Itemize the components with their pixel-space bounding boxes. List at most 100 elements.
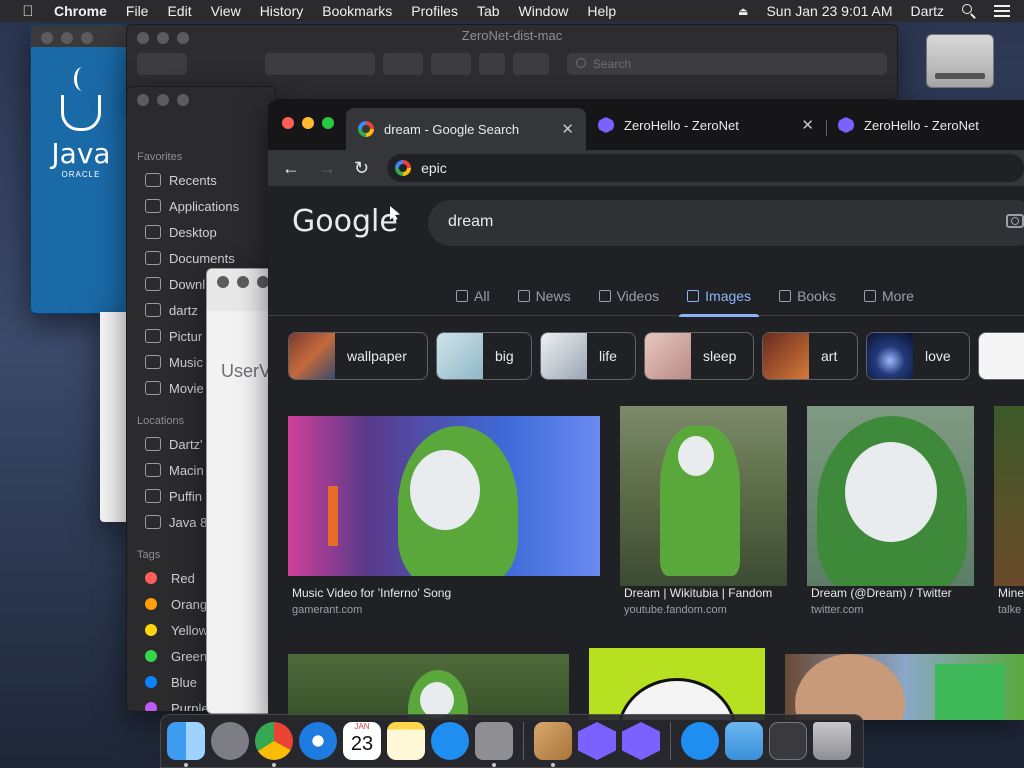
result-source[interactable]: youtube.fandom.com xyxy=(624,604,727,616)
forward-arrow-icon[interactable]: → xyxy=(318,158,336,179)
tab-close-icon[interactable]: ✕ xyxy=(561,120,574,138)
menubar-clock[interactable]: Sun Jan 23 9:01 AM xyxy=(766,3,892,19)
tab-zerohello-2[interactable]: ZeroHello - ZeroNet xyxy=(826,108,1024,142)
close-button[interactable] xyxy=(137,94,149,106)
tag-color-icon xyxy=(145,650,157,662)
image-result-twitter[interactable] xyxy=(807,406,974,586)
nav-tab-books[interactable]: Books xyxy=(771,276,844,316)
tab-google-search[interactable]: dream - Google Search ✕ xyxy=(346,108,586,150)
safari-icon[interactable] xyxy=(299,722,337,760)
nav-tab-news[interactable]: News xyxy=(510,276,579,316)
sidebar-item-favorite[interactable]: Applications xyxy=(127,193,275,219)
result-source[interactable]: twitter.com xyxy=(811,604,864,616)
java-titlebar[interactable] xyxy=(31,25,129,47)
menu-tab[interactable]: Tab xyxy=(477,3,500,19)
chip-more[interactable] xyxy=(978,332,1024,380)
menu-edit[interactable]: Edit xyxy=(167,3,191,19)
spotlight-search-icon[interactable] xyxy=(962,4,976,18)
finder-search-input[interactable]: Search xyxy=(567,53,887,75)
menu-bookmarks[interactable]: Bookmarks xyxy=(322,3,392,19)
hard-disk-icon[interactable] xyxy=(926,34,994,88)
image-result-inferno[interactable] xyxy=(288,416,600,576)
notification-center-icon[interactable] xyxy=(994,5,1010,17)
sidebar-item-favorite[interactable]: Recents xyxy=(127,167,275,193)
image-result-jungle[interactable] xyxy=(288,654,569,720)
zeronet-icon[interactable] xyxy=(578,722,616,760)
reload-icon[interactable]: ↻ xyxy=(354,158,369,179)
nav-tab-images[interactable]: Images xyxy=(679,276,759,317)
close-button[interactable] xyxy=(282,117,294,129)
camera-icon[interactable] xyxy=(1006,214,1024,228)
installer-icon[interactable] xyxy=(534,722,572,767)
menu-window[interactable]: Window xyxy=(519,3,569,19)
tab-zerohello[interactable]: ZeroHello - ZeroNet ✕ xyxy=(586,108,826,142)
result-caption[interactable]: Dream (@Dream) / Twitter xyxy=(811,586,952,600)
group-button[interactable] xyxy=(383,53,423,75)
close-button[interactable] xyxy=(41,32,53,44)
menu-file[interactable]: File xyxy=(126,3,149,19)
result-source[interactable]: gamerant.com xyxy=(292,604,362,616)
app-store-icon[interactable] xyxy=(681,722,719,760)
zeronet-icon[interactable] xyxy=(622,722,660,760)
close-button[interactable] xyxy=(217,276,229,288)
chrome-icon[interactable] xyxy=(255,722,293,767)
downloads-folder-icon[interactable] xyxy=(725,722,763,760)
chip-love[interactable]: love xyxy=(866,332,970,380)
result-caption[interactable]: Dream | Wikitubia | Fandom xyxy=(624,586,772,600)
image-result-minecraft[interactable] xyxy=(994,406,1024,586)
app-store-icon[interactable] xyxy=(431,722,469,760)
result-caption[interactable]: Music Video for 'Inferno' Song xyxy=(292,586,451,600)
finder-icon[interactable] xyxy=(167,722,205,767)
nav-tab-all[interactable]: All xyxy=(448,276,498,316)
google-logo[interactable]: Google xyxy=(292,204,398,239)
notes-icon[interactable] xyxy=(387,722,425,760)
view-mode-buttons[interactable] xyxy=(265,53,375,75)
finder-titlebar[interactable]: ZeroNet-dist-mac xyxy=(127,25,897,47)
result-source[interactable]: talke xyxy=(998,604,1021,616)
nav-tab-videos[interactable]: Videos xyxy=(591,276,668,316)
minimize-button[interactable] xyxy=(61,32,73,44)
launchpad-icon[interactable] xyxy=(211,722,249,760)
image-result-wikitubia[interactable] xyxy=(620,406,787,586)
menu-view[interactable]: View xyxy=(211,3,241,19)
share-icon[interactable] xyxy=(479,53,505,75)
result-caption[interactable]: Mine xyxy=(998,586,1024,600)
action-gear-icon[interactable] xyxy=(431,53,471,75)
minimize-button[interactable] xyxy=(302,117,314,129)
screenshot-icon[interactable] xyxy=(769,722,807,760)
menu-history[interactable]: History xyxy=(260,3,304,19)
trash-icon[interactable] xyxy=(813,722,851,760)
chip-art[interactable]: art xyxy=(762,332,858,380)
zoom-button[interactable] xyxy=(177,94,189,106)
java-window: Java ORACLE xyxy=(30,24,130,314)
apple-menu-icon[interactable]:  xyxy=(18,3,38,20)
chip-life[interactable]: life xyxy=(540,332,636,380)
system-preferences-icon[interactable] xyxy=(475,722,513,767)
tag-icon[interactable] xyxy=(513,53,549,75)
chip-wallpaper[interactable]: wallpaper xyxy=(288,332,428,380)
menu-profiles[interactable]: Profiles xyxy=(411,3,458,19)
address-bar[interactable]: epic xyxy=(387,154,1024,182)
finder-sidebar-titlebar[interactable] xyxy=(127,87,275,139)
menu-bar:  Chrome File Edit View History Bookmark… xyxy=(0,0,1024,22)
sidebar-item-favorite[interactable]: Desktop xyxy=(127,219,275,245)
back-arrow-icon[interactable]: ← xyxy=(282,158,300,179)
zoom-button[interactable] xyxy=(81,32,93,44)
minimize-button[interactable] xyxy=(237,276,249,288)
chip-sleep[interactable]: sleep xyxy=(644,332,754,380)
menu-app-name[interactable]: Chrome xyxy=(54,3,107,19)
menubar-user[interactable]: Dartz xyxy=(911,3,944,19)
minimize-button[interactable] xyxy=(157,94,169,106)
calendar-icon[interactable]: JAN 23 xyxy=(343,722,381,760)
image-result-face-cam[interactable] xyxy=(785,654,1024,720)
eject-icon[interactable]: ⏏ xyxy=(738,5,748,18)
google-search-input[interactable]: dream xyxy=(428,200,1024,246)
back-forward-buttons[interactable] xyxy=(137,53,187,75)
chip-label: wallpaper xyxy=(347,348,407,364)
nav-tab-more[interactable]: More xyxy=(856,276,922,316)
image-result-smiley[interactable] xyxy=(589,648,765,720)
zoom-button[interactable] xyxy=(322,117,334,129)
tab-close-icon[interactable]: ✕ xyxy=(801,116,814,134)
chip-big[interactable]: big xyxy=(436,332,532,380)
menu-help[interactable]: Help xyxy=(587,3,616,19)
